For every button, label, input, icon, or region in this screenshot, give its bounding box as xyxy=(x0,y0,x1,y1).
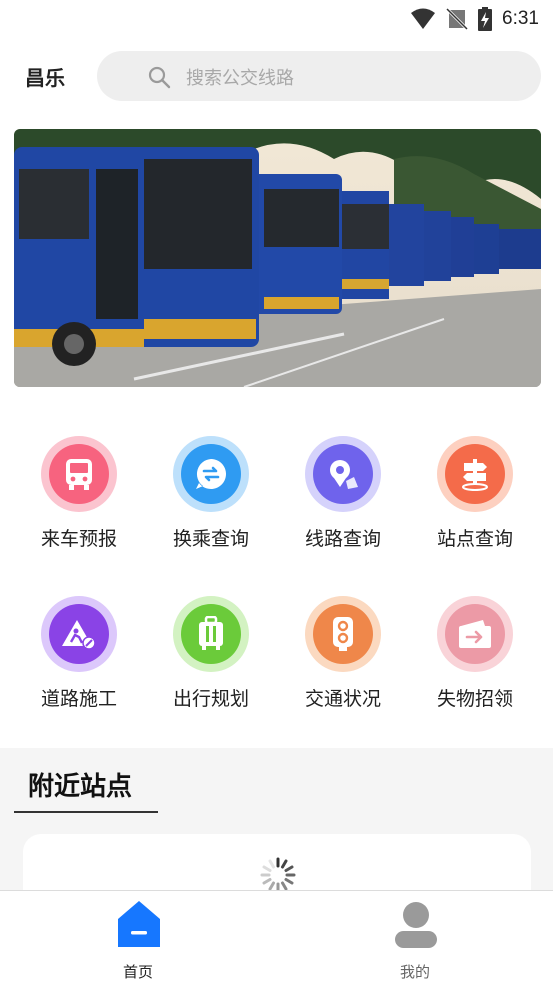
bus-fleet-photo xyxy=(14,129,541,387)
grid-icon-ring xyxy=(41,596,117,672)
grid-label: 失物招领 xyxy=(436,688,513,710)
grid-icon-ring xyxy=(437,596,513,672)
bottom-nav: 首页 我的 xyxy=(0,890,553,983)
person-icon xyxy=(395,902,437,948)
nav-home[interactable]: 首页 xyxy=(68,897,208,981)
grid-item-trip-planning[interactable]: 出行规划 xyxy=(145,590,277,720)
wifi-icon xyxy=(411,8,436,29)
bus-icon xyxy=(49,444,109,504)
nearby-stations-title: 附近站点 xyxy=(28,772,133,802)
city-selector[interactable]: 昌乐 xyxy=(25,62,65,91)
grid-label: 交通状况 xyxy=(304,688,381,710)
route-pin-icon xyxy=(313,444,373,504)
traffic-light-icon xyxy=(313,604,373,664)
no-signal-icon xyxy=(446,8,469,30)
grid-label: 出行规划 xyxy=(172,688,249,710)
search-placeholder: 搜索公交线路 xyxy=(186,68,294,89)
grid-label: 来车预报 xyxy=(40,528,117,550)
transfer-icon xyxy=(181,444,241,504)
grid-item-lost-and-found[interactable]: 失物招领 xyxy=(409,590,541,720)
status-icons: 6:31 xyxy=(410,6,539,32)
nav-mine[interactable]: 我的 xyxy=(345,897,485,981)
status-bar: 6:31 xyxy=(0,0,553,38)
grid-label: 换乘查询 xyxy=(172,528,249,550)
title-underline xyxy=(14,811,158,813)
grid-icon-ring xyxy=(173,596,249,672)
signpost-icon xyxy=(445,444,505,504)
nearby-stations-section: 附近站点 xyxy=(0,748,553,904)
grid-label: 站点查询 xyxy=(436,528,513,550)
nav-home-label: 首页 xyxy=(122,963,153,981)
grid-label: 线路查询 xyxy=(304,528,381,550)
luggage-icon xyxy=(181,604,241,664)
home-icon xyxy=(118,901,160,947)
battery-charging-icon xyxy=(478,7,493,31)
grid-item-transfer-query[interactable]: 换乘查询 xyxy=(145,430,277,560)
wallet-icon xyxy=(445,604,505,664)
grid-item-road-construction[interactable]: 道路施工 xyxy=(13,590,145,720)
loading-spinner-icon xyxy=(260,857,296,893)
grid-icon-ring xyxy=(173,436,249,512)
grid-label: 道路施工 xyxy=(40,688,117,710)
grid-item-arrival-forecast[interactable]: 来车预报 xyxy=(13,430,145,560)
search-icon xyxy=(148,66,171,89)
grid-icon-ring xyxy=(41,436,117,512)
status-time: 6:31 xyxy=(502,8,539,29)
grid-icon-ring xyxy=(437,436,513,512)
search-bar[interactable]: 搜索公交线路 xyxy=(97,51,541,101)
banner-image[interactable] xyxy=(14,129,541,387)
construction-icon xyxy=(49,604,109,664)
grid-icon-ring xyxy=(305,436,381,512)
grid-item-station-query[interactable]: 站点查询 xyxy=(409,430,541,560)
header: 昌乐 搜索公交线路 xyxy=(0,50,553,102)
grid-item-route-query[interactable]: 线路查询 xyxy=(277,430,409,560)
grid-item-traffic-status[interactable]: 交通状况 xyxy=(277,590,409,720)
nav-mine-label: 我的 xyxy=(399,963,430,981)
grid-icon-ring xyxy=(305,596,381,672)
